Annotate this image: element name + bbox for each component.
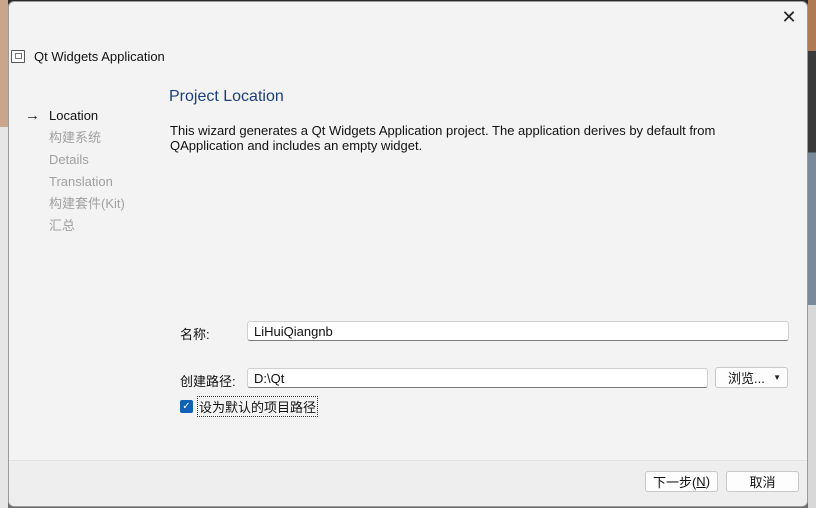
browse-button[interactable]: 浏览... ▼ (715, 367, 788, 388)
nav-step-translation: Translation (25, 171, 165, 193)
nav-step-label: Details (49, 152, 89, 167)
project-path-input[interactable] (247, 368, 708, 388)
browse-button-label: 浏览... (728, 371, 765, 386)
wizard-steps-nav: → Location 构建系统 Details Translation 构建套件… (25, 105, 165, 237)
path-label: 创建路径: (180, 374, 236, 389)
cancel-button[interactable]: 取消 (726, 471, 799, 492)
name-label: 名称: (180, 327, 210, 342)
next-button-label-suffix: ) (705, 474, 711, 489)
close-icon: ✕ (781, 6, 797, 27)
button-bar: 下一步(N) 取消 (9, 460, 807, 506)
nav-step-label: Translation (49, 174, 113, 189)
qt-app-icon (11, 49, 25, 63)
background-app-strip-right (808, 0, 816, 508)
cancel-button-label: 取消 (749, 475, 776, 490)
window-title: Qt Widgets Application (34, 48, 165, 64)
close-button[interactable]: ✕ (777, 6, 801, 28)
nav-step-details: Details (25, 149, 165, 171)
nav-step-kits: 构建套件(Kit) (25, 193, 165, 215)
page-description: This wizard generates a Qt Widgets Appli… (170, 123, 716, 153)
project-name-input[interactable] (247, 321, 789, 341)
nav-step-label: 汇总 (49, 218, 76, 233)
default-path-checkbox-label: 设为默认的项目路径 (197, 396, 319, 417)
checkmark-icon[interactable]: ✓ (180, 400, 193, 413)
arrow-right-icon: → (25, 107, 40, 124)
nav-step-summary: 汇总 (25, 215, 165, 237)
background-app-strip-left (0, 0, 8, 508)
chevron-down-icon: ▼ (773, 373, 781, 382)
next-button-label-prefix: 下一步( (652, 475, 697, 490)
nav-step-location: → Location (25, 105, 165, 127)
page-title: Project Location (169, 88, 284, 105)
nav-step-build-system: 构建系统 (25, 127, 165, 149)
title-bar: Qt Widgets Application (11, 46, 165, 66)
wizard-dialog: ✕ Qt Widgets Application → Location 构建系统… (8, 1, 808, 507)
nav-step-label: 构建套件(Kit) (49, 196, 125, 211)
nav-step-label: Location (49, 108, 99, 123)
default-path-checkbox[interactable]: ✓ 设为默认的项目路径 (180, 396, 319, 417)
next-button-mnemonic: N (696, 474, 706, 489)
nav-step-label: 构建系统 (49, 130, 102, 145)
next-button[interactable]: 下一步(N) (645, 471, 718, 492)
